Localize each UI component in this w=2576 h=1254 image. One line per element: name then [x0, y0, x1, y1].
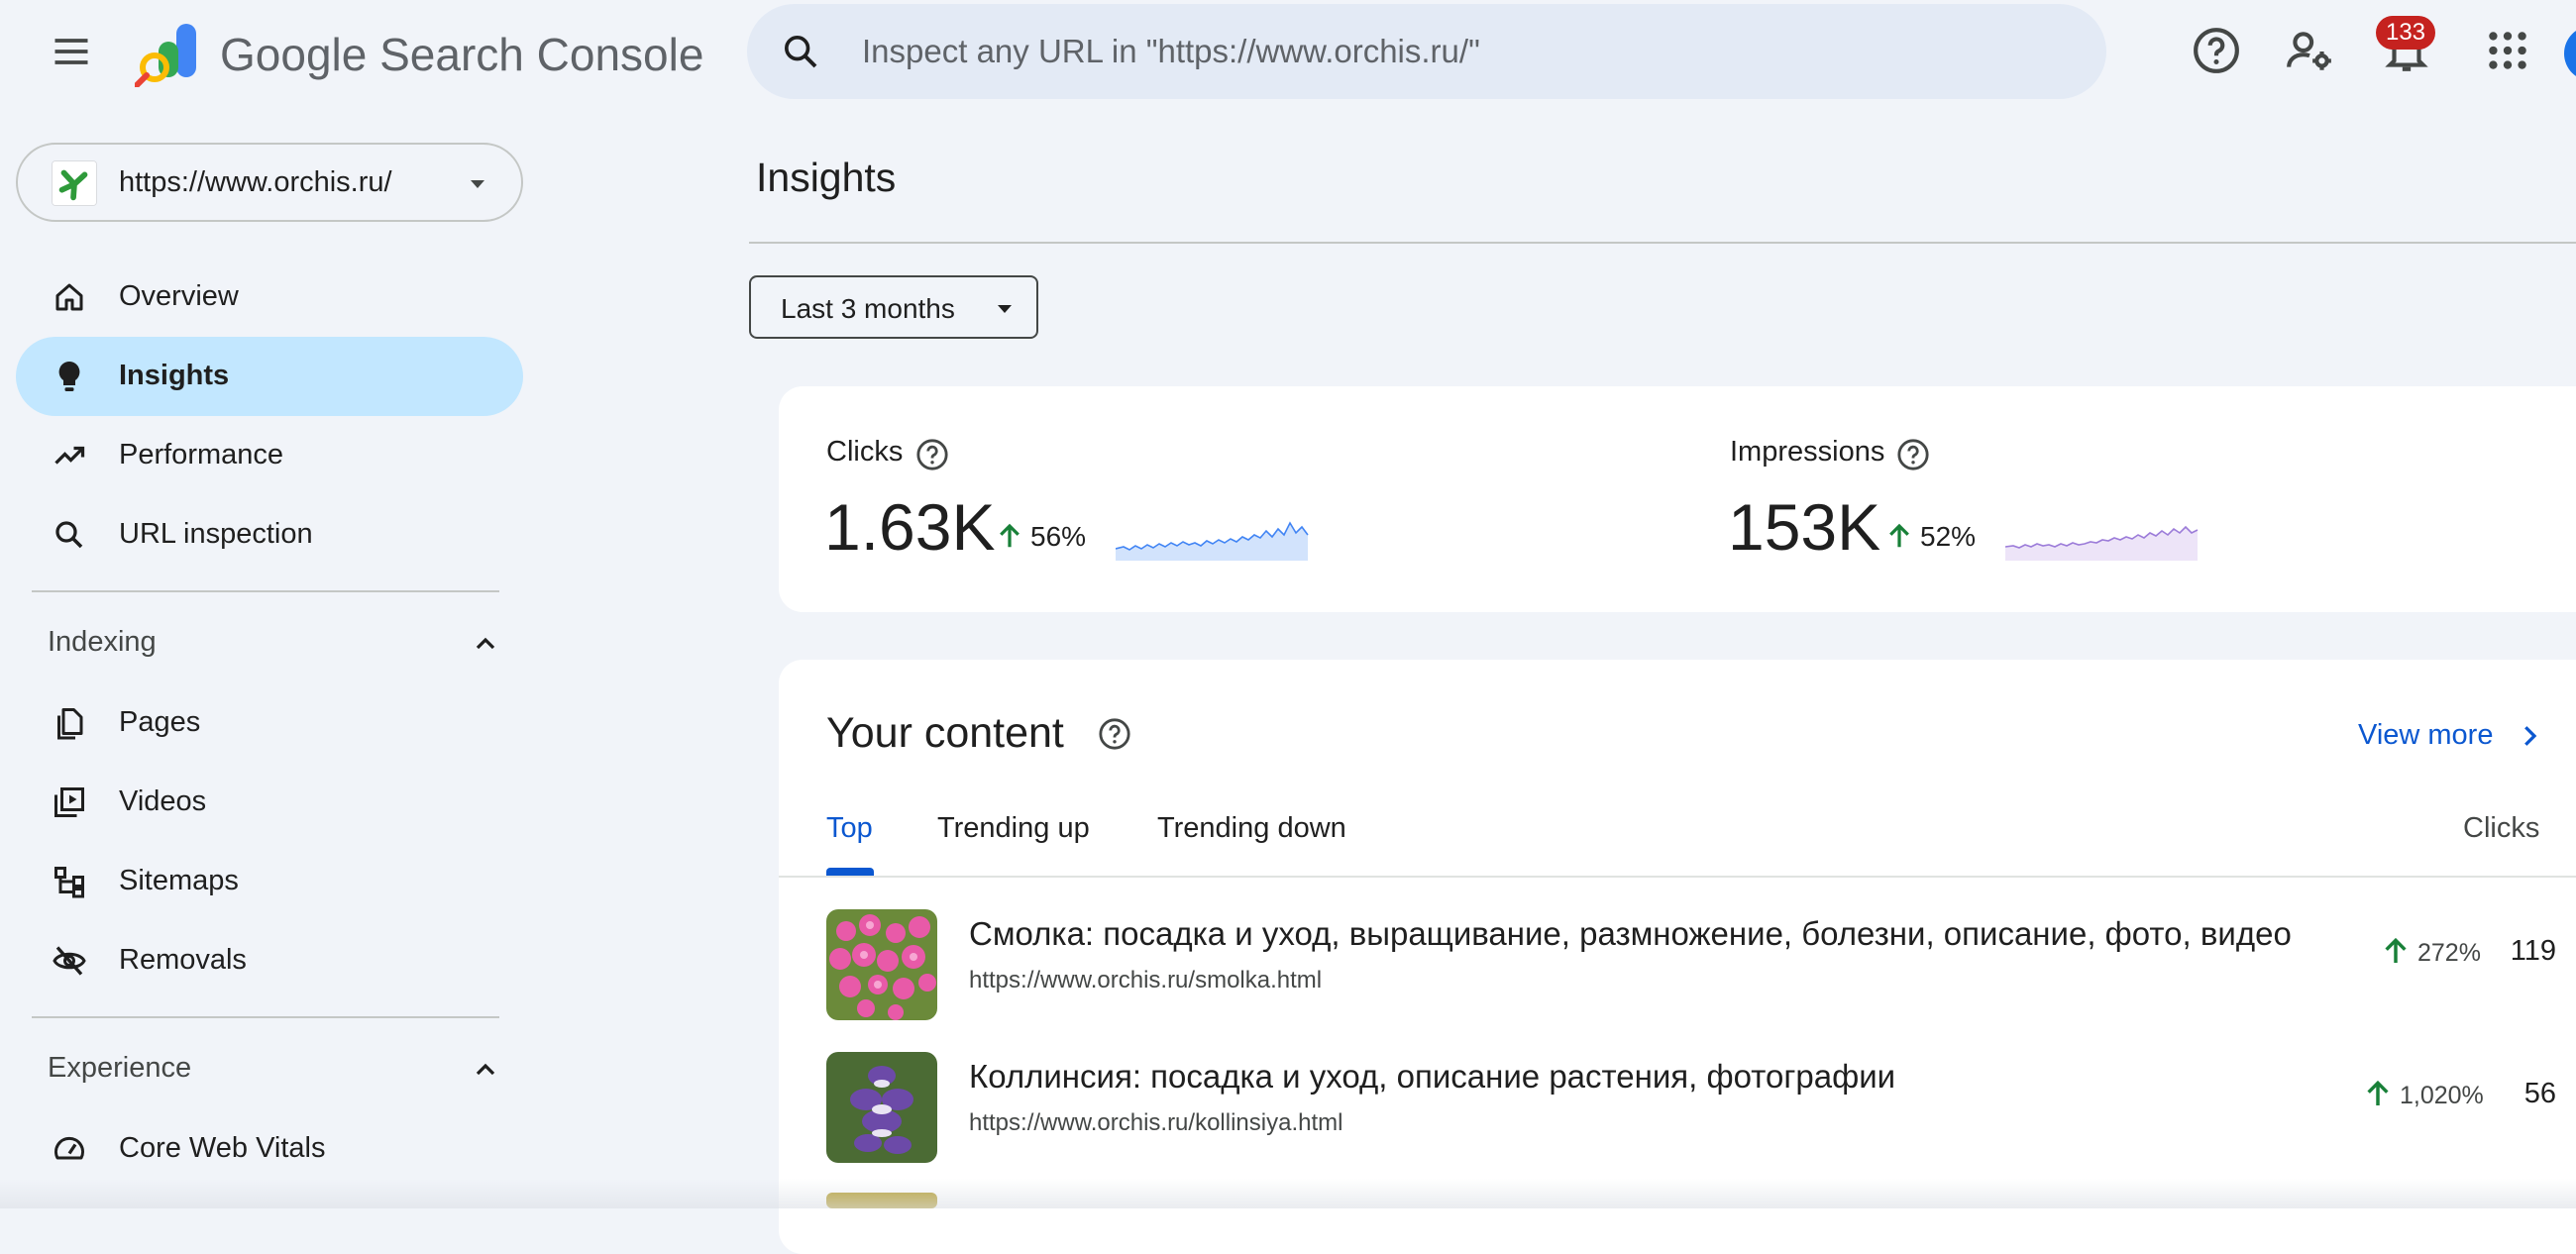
row-clicks: 56	[2523, 1078, 2556, 1109]
sidebar-item-videos[interactable]: Videos	[16, 763, 523, 842]
trending-up-icon	[54, 446, 85, 465]
notification-count-badge: 133	[2376, 16, 2435, 50]
menu-icon[interactable]	[50, 30, 93, 73]
row-page-title: Коллинсия: посадка и уход, описание раст…	[969, 1058, 1896, 1095]
dropdown-arrow-icon	[471, 180, 484, 188]
sidebar-item-label: Insights	[119, 360, 230, 391]
sitemap-icon	[54, 867, 84, 898]
sidebar-item-label: Videos	[119, 785, 207, 817]
search-console-logo-icon	[135, 24, 196, 87]
row-clicks: 119	[2510, 935, 2556, 967]
arrow-up-icon	[1000, 523, 1020, 548]
section-indexing-toggle[interactable]: Indexing	[16, 608, 523, 678]
clicks-sparkline	[1116, 521, 1309, 561]
help-icon[interactable]	[1896, 438, 1930, 471]
section-experience-toggle[interactable]: Experience	[16, 1034, 523, 1103]
page-title: Insights	[756, 155, 897, 200]
clicks-label: Clicks	[826, 436, 904, 468]
sidebar-item-url-inspection[interactable]: URL inspection	[16, 495, 523, 575]
apps-grid-icon[interactable]	[2483, 26, 2532, 75]
search-icon[interactable]	[781, 32, 820, 71]
sidebar-item-label: Performance	[119, 439, 284, 470]
sidebar-item-label: Pages	[119, 706, 201, 738]
clicks-column-header: Clicks	[2463, 812, 2540, 844]
sidebar-divider	[32, 590, 499, 592]
tabs-divider	[779, 876, 2576, 878]
site-favicon-icon	[52, 160, 97, 206]
tab-top[interactable]: Top	[826, 812, 873, 845]
pages-icon	[57, 708, 83, 740]
page-thumbnail	[826, 1052, 937, 1163]
row-change: 1,020%	[2400, 1082, 2484, 1109]
clicks-value: 1.63K	[824, 490, 996, 564]
bottom-shadow	[0, 1179, 2576, 1208]
dropdown-arrow-icon	[998, 305, 1012, 313]
table-row[interactable]: Коллинсия: посадка и уход, описание раст…	[779, 1038, 2576, 1177]
impressions-sparkline	[2005, 525, 2199, 561]
arrow-up-icon	[2385, 937, 2407, 963]
clicks-change: 56%	[1030, 521, 1087, 552]
sidebar-item-core-web-vitals[interactable]: Core Web Vitals	[16, 1109, 523, 1189]
sidebar-item-insights[interactable]: Insights	[16, 337, 523, 416]
metrics-card: Clicks 1.63K 56% Impressions 153K 52%	[779, 386, 2576, 612]
account-avatar[interactable]	[2564, 26, 2576, 81]
sidebar-item-pages[interactable]: Pages	[16, 683, 523, 763]
title-divider	[749, 242, 2576, 244]
your-content-title: Your content	[826, 709, 1064, 757]
sidebar-item-label: Sitemaps	[119, 865, 239, 896]
sidebar-item-sitemaps[interactable]: Sitemaps	[16, 842, 523, 921]
row-change: 272%	[2417, 939, 2481, 967]
date-range-selector[interactable]: Last 3 months	[749, 275, 1038, 339]
sidebar-item-label: Removals	[119, 944, 247, 976]
top-app-bar: Google Search Console 133	[0, 0, 2576, 103]
sidebar-item-performance[interactable]: Performance	[16, 416, 523, 495]
url-inspection-search[interactable]	[747, 4, 2106, 99]
section-label: Indexing	[48, 626, 157, 658]
speed-gauge-icon	[54, 1136, 84, 1160]
help-icon[interactable]	[2192, 26, 2241, 75]
search-icon	[55, 521, 83, 549]
chevron-up-icon	[476, 1063, 495, 1076]
sidebar-item-label: URL inspection	[119, 518, 313, 550]
property-selector[interactable]: https://www.orchis.ru/	[16, 143, 523, 222]
row-page-url: https://www.orchis.ru/kollinsiya.html	[969, 1109, 1343, 1136]
view-more-link[interactable]: View more	[2358, 719, 2493, 752]
tab-trending-down[interactable]: Trending down	[1157, 812, 1346, 845]
help-icon[interactable]	[915, 438, 949, 471]
lightbulb-icon	[58, 362, 80, 391]
sidebar-divider	[32, 1016, 499, 1018]
tab-trending-up[interactable]: Trending up	[937, 812, 1090, 845]
date-range-label: Last 3 months	[781, 293, 955, 324]
product-name: Google Search Console	[220, 29, 704, 80]
section-label: Experience	[48, 1052, 192, 1084]
sidebar-item-label: Core Web Vitals	[119, 1132, 326, 1164]
arrow-up-icon	[2367, 1080, 2389, 1105]
row-page-title: Смолка: посадка и уход, выращивание, раз…	[969, 915, 2292, 952]
row-page-url: https://www.orchis.ru/smolka.html	[969, 967, 1323, 993]
chevron-right-icon[interactable]	[2515, 721, 2544, 751]
help-icon[interactable]	[1098, 717, 1131, 751]
chevron-up-icon	[476, 637, 495, 650]
property-url: https://www.orchis.ru/	[119, 166, 392, 198]
sidebar-item-overview[interactable]: Overview	[16, 258, 523, 337]
table-row[interactable]: Смолка: посадка и уход, выращивание, раз…	[779, 895, 2576, 1034]
sidebar-item-removals[interactable]: Removals	[16, 921, 523, 1000]
impressions-change: 52%	[1920, 521, 1977, 552]
arrow-up-icon	[1889, 523, 1909, 548]
video-library-icon	[54, 787, 84, 817]
visibility-off-icon	[53, 946, 86, 976]
impressions-value: 153K	[1728, 490, 1881, 564]
active-tab-indicator	[826, 868, 874, 876]
sidebar-item-label: Overview	[119, 280, 239, 312]
user-settings-icon[interactable]	[2285, 26, 2334, 75]
page-thumbnail	[826, 909, 937, 1020]
impressions-label: Impressions	[1730, 436, 1885, 468]
search-input[interactable]	[860, 22, 2069, 81]
home-icon	[55, 283, 83, 311]
